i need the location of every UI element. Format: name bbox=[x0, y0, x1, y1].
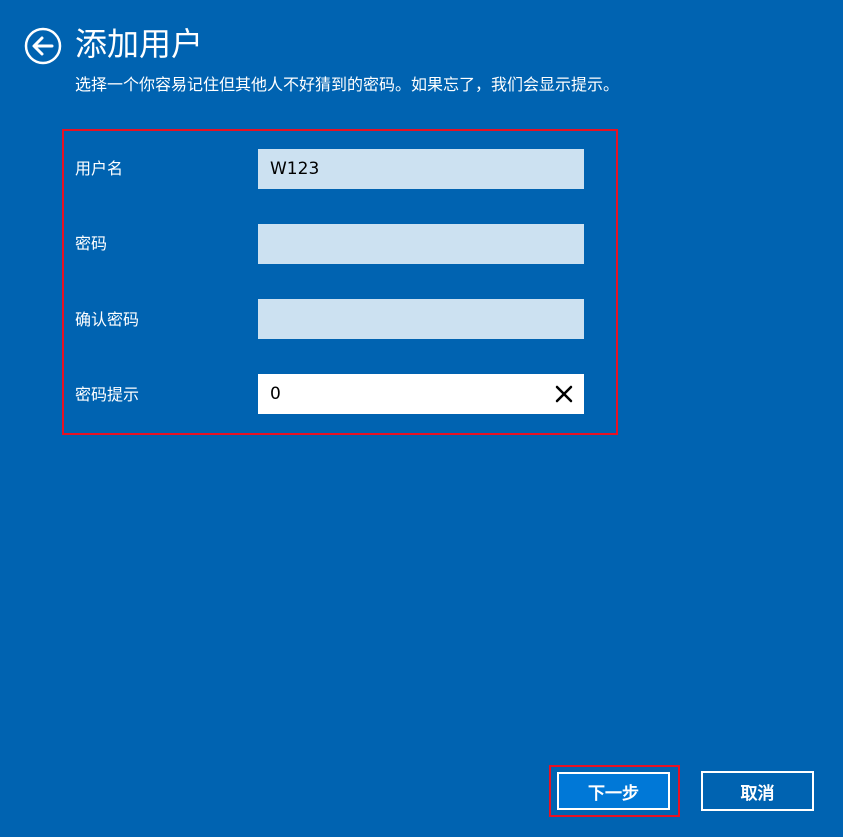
back-arrow-circle-icon bbox=[24, 27, 62, 65]
password-label: 密码 bbox=[75, 234, 108, 253]
confirm-password-label: 确认密码 bbox=[75, 310, 140, 329]
page-title: 添加用户 bbox=[75, 25, 204, 63]
back-button[interactable] bbox=[24, 27, 62, 65]
close-icon bbox=[555, 385, 573, 403]
password-input[interactable] bbox=[258, 224, 584, 264]
cancel-button[interactable]: 取消 bbox=[701, 771, 814, 811]
next-button[interactable]: 下一步 bbox=[557, 772, 670, 810]
password-hint-input[interactable] bbox=[258, 374, 584, 414]
confirm-password-input[interactable] bbox=[258, 299, 584, 339]
username-input[interactable] bbox=[258, 149, 584, 189]
password-hint-label: 密码提示 bbox=[75, 385, 140, 404]
page-subtitle: 选择一个你容易记住但其他人不好猜到的密码。如果忘了，我们会显示提示。 bbox=[75, 75, 620, 94]
username-label: 用户名 bbox=[75, 159, 124, 178]
clear-hint-button[interactable] bbox=[546, 376, 582, 412]
